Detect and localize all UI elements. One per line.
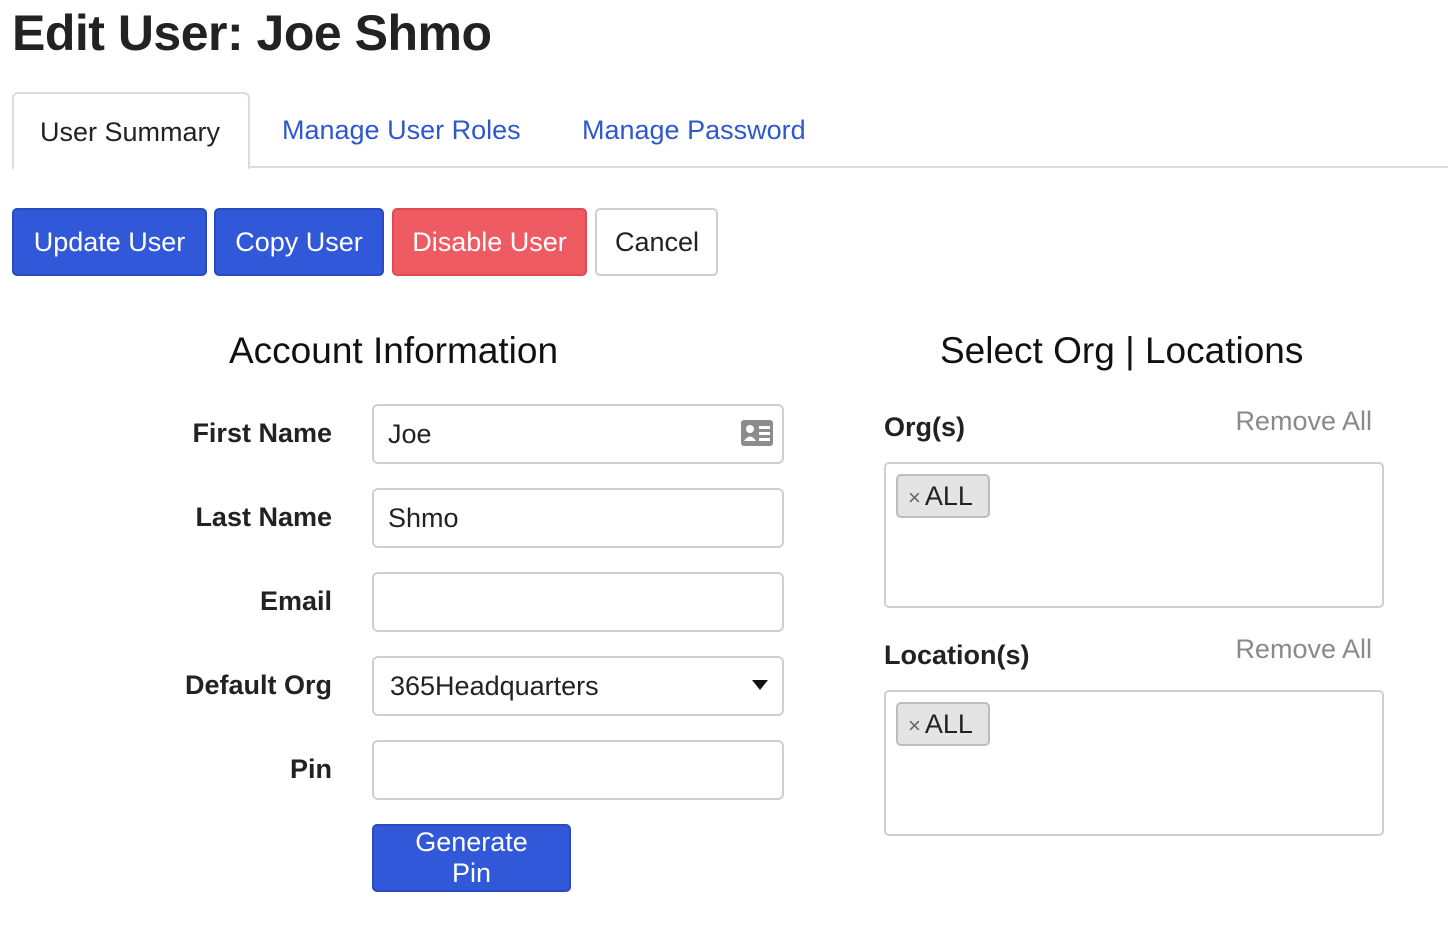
- last-name-input[interactable]: Shmo: [372, 488, 784, 548]
- orgs-multiselect[interactable]: × ALL: [884, 462, 1384, 608]
- orgs-label: Org(s): [884, 412, 965, 442]
- generate-pin-button[interactable]: Generate Pin: [372, 824, 571, 892]
- email-input[interactable]: [372, 572, 784, 632]
- close-icon[interactable]: ×: [908, 485, 921, 510]
- org-chip-label: ALL: [924, 481, 973, 511]
- copy-user-button[interactable]: Copy User: [214, 208, 384, 276]
- locations-remove-all-link[interactable]: Remove All: [1235, 634, 1372, 665]
- location-chip-all: × ALL: [896, 702, 990, 746]
- first-name-input[interactable]: Joe: [372, 404, 784, 464]
- contact-card-icon[interactable]: [740, 418, 774, 448]
- cancel-button[interactable]: Cancel: [595, 208, 718, 276]
- disable-user-button[interactable]: Disable User: [392, 208, 587, 276]
- last-name-label: Last Name: [195, 502, 332, 532]
- select-org-locations-heading: Select Org | Locations: [940, 330, 1304, 371]
- email-label: Email: [259, 586, 332, 616]
- locations-label: Location(s): [884, 640, 1030, 670]
- default-org-value: 365Headquarters: [390, 671, 599, 701]
- pin-input[interactable]: [372, 740, 784, 800]
- first-name-value: Joe: [388, 419, 432, 449]
- orgs-remove-all-link[interactable]: Remove All: [1235, 406, 1372, 437]
- org-chip-all: × ALL: [896, 474, 990, 518]
- location-chip-label: ALL: [924, 709, 973, 739]
- default-org-label: Default Org: [184, 670, 332, 700]
- default-org-select[interactable]: 365Headquarters: [372, 656, 784, 716]
- update-user-button[interactable]: Update User: [12, 208, 207, 276]
- first-name-label: First Name: [192, 418, 332, 448]
- locations-multiselect[interactable]: × ALL: [884, 690, 1384, 836]
- tab-user-summary[interactable]: User Summary: [12, 92, 250, 170]
- tab-manage-user-roles[interactable]: Manage User Roles: [256, 92, 547, 168]
- page-title: Edit User: Joe Shmo: [12, 5, 492, 61]
- tab-bar: User Summary Manage User Roles Manage Pa…: [12, 92, 1448, 170]
- close-icon[interactable]: ×: [908, 713, 921, 738]
- last-name-value: Shmo: [388, 503, 459, 533]
- chevron-down-icon: [752, 680, 768, 690]
- account-information-heading: Account Information: [229, 330, 559, 371]
- tab-manage-password[interactable]: Manage Password: [556, 92, 832, 168]
- pin-label: Pin: [289, 754, 332, 784]
